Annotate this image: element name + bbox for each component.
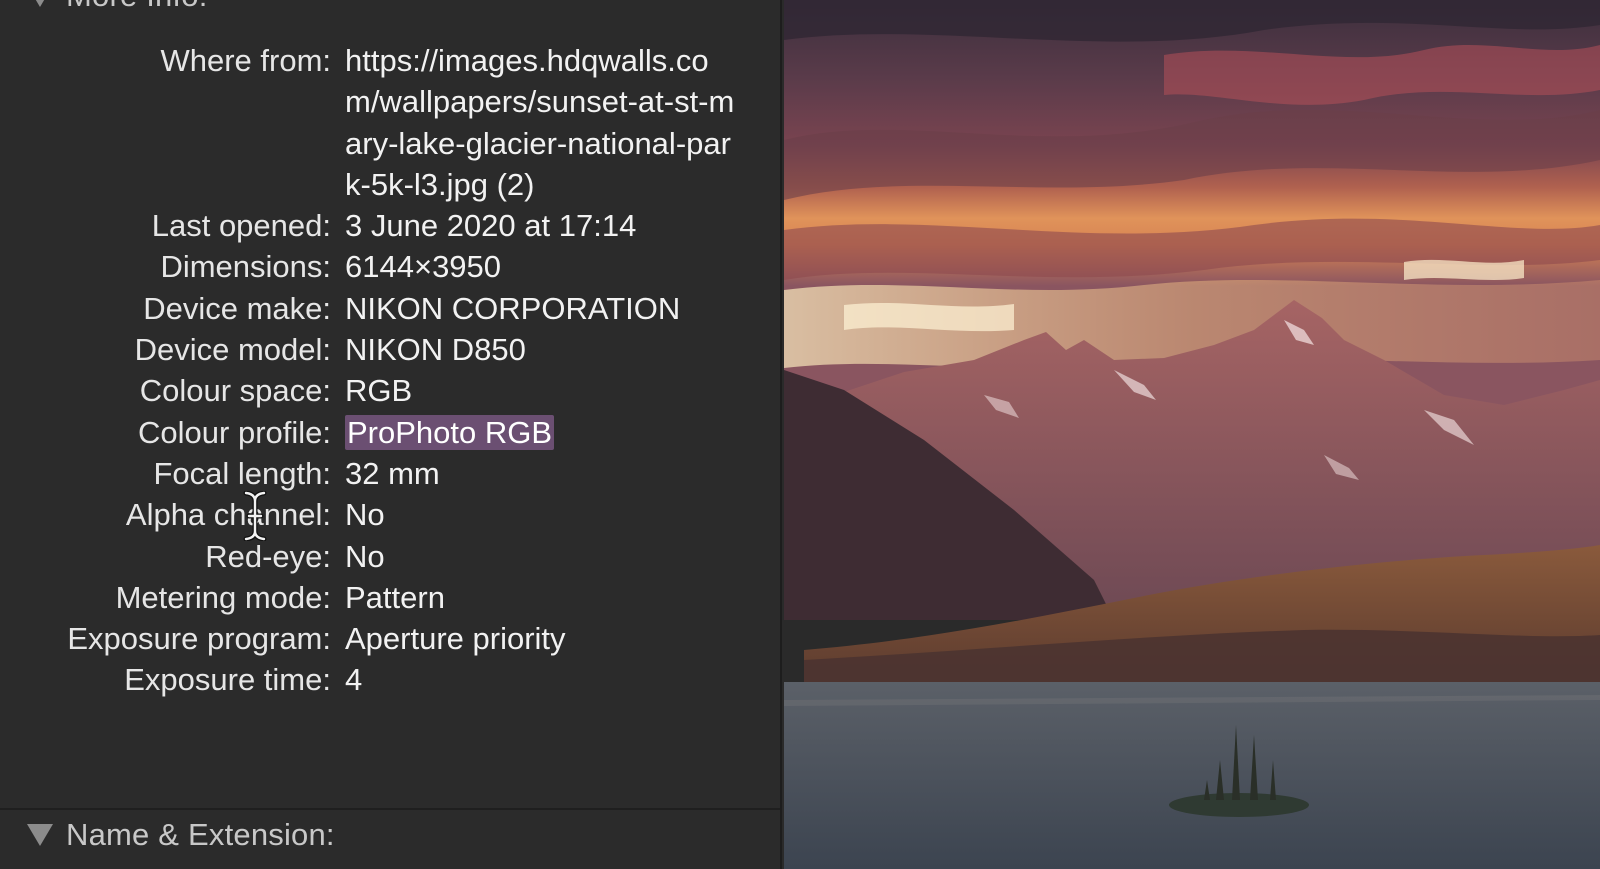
device-model-label: Device model: (134, 332, 331, 368)
exposure-program-label: Exposure program: (67, 621, 331, 657)
info-row-alpha-channel: Alpha channel: No (0, 494, 780, 535)
exposure-program-value[interactable]: Aperture priority (345, 618, 780, 659)
where-from-label: Where from: (160, 43, 331, 78)
dimensions-label: Dimensions: (160, 249, 331, 285)
info-row-device-make: Device make: NIKON CORPORATION (0, 288, 780, 329)
device-make-value[interactable]: NIKON CORPORATION (345, 288, 780, 329)
info-row-where-from: Where from: https://images.hdqwalls.com/… (0, 40, 780, 205)
colour-space-label: Colour space: (139, 373, 331, 409)
image-preview[interactable] (784, 0, 1600, 869)
more-info-header-label: More Info: (66, 0, 208, 14)
section-divider (0, 808, 780, 810)
sunset-landscape-thumbnail (784, 0, 1600, 869)
more-info-list: Where from: https://images.hdqwalls.com/… (0, 40, 780, 701)
info-row-colour-profile: Colour profile: ProPhoto RGB (0, 412, 780, 453)
text-cursor-icon (243, 491, 267, 541)
disclosure-triangle-icon[interactable] (27, 824, 53, 846)
info-row-red-eye: Red-eye: No (0, 536, 780, 577)
alpha-channel-value[interactable]: No (345, 494, 780, 535)
info-row-exposure-program: Exposure program: Aperture priority (0, 618, 780, 659)
where-from-value[interactable]: https://images.hdqwalls.com/wallpapers/s… (345, 40, 785, 205)
device-model-value[interactable]: NIKON D850 (345, 329, 780, 370)
more-info-section-header[interactable]: More Info: (0, 0, 208, 14)
disclosure-triangle-icon[interactable] (27, 0, 53, 7)
alpha-channel-label: Alpha channel: (125, 497, 331, 533)
info-row-metering-mode: Metering mode: Pattern (0, 577, 780, 618)
name-extension-section-header[interactable]: Name & Extension: (0, 817, 335, 853)
get-info-screen: More Info: Where from: https://images.hd… (0, 0, 1600, 869)
red-eye-label: Red-eye: (205, 538, 331, 574)
info-row-last-opened: Last opened: 3 June 2020 at 17:14 (0, 205, 780, 246)
device-make-label: Device make: (143, 290, 331, 326)
last-opened-value[interactable]: 3 June 2020 at 17:14 (345, 205, 780, 246)
name-extension-header-label: Name & Extension: (66, 817, 335, 852)
info-panel: More Info: Where from: https://images.hd… (0, 0, 782, 869)
dimensions-value[interactable]: 6144×3950 (345, 246, 780, 287)
colour-profile-value[interactable]: ProPhoto RGB (345, 414, 555, 450)
last-opened-label: Last opened: (151, 208, 331, 244)
exposure-time-label: Exposure time: (124, 662, 331, 698)
colour-profile-value-wrap: ProPhoto RGB (345, 412, 780, 453)
focal-length-label: Focal length: (153, 455, 332, 491)
red-eye-value[interactable]: No (345, 536, 780, 577)
colour-space-value[interactable]: RGB (345, 370, 780, 411)
metering-mode-label: Metering mode: (115, 579, 331, 615)
metering-mode-value[interactable]: Pattern (345, 577, 780, 618)
colour-profile-label: Colour profile: (138, 414, 331, 450)
info-row-device-model: Device model: NIKON D850 (0, 329, 780, 370)
info-row-exposure-time: Exposure time: 4 (0, 659, 780, 700)
focal-length-value[interactable]: 32 mm (345, 453, 780, 494)
info-row-colour-space: Colour space: RGB (0, 370, 780, 411)
info-row-focal-length: Focal length: 32 mm (0, 453, 780, 494)
exposure-time-value[interactable]: 4 (345, 659, 780, 700)
info-row-dimensions: Dimensions: 6144×3950 (0, 246, 780, 287)
